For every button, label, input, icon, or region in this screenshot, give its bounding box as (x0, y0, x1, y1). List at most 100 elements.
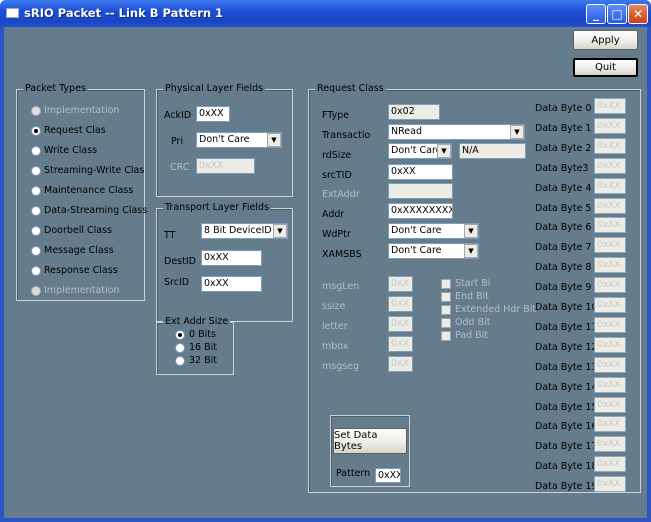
chevron-down-icon[interactable]: ▼ (464, 224, 478, 238)
destid-input[interactable]: 0xXX (201, 250, 262, 266)
pri-select[interactable]: Don't Care ▼ (196, 132, 282, 148)
request-class-caption: Request Class (315, 83, 386, 95)
wdptr-value: Don't Care (391, 225, 442, 236)
ackid-input[interactable]: 0xXX (196, 106, 230, 122)
data-byte-label: Data Byte 11 (535, 321, 598, 333)
chevron-down-icon[interactable]: ▼ (437, 144, 451, 158)
data-byte-label: Data Byte 2 (535, 142, 592, 154)
extaddr-input (388, 183, 453, 199)
bit-checkbox (441, 292, 451, 302)
addr-label: Addr (322, 209, 345, 220)
data-byte-input: 0xXX (594, 257, 626, 274)
apply-button[interactable]: Apply (573, 30, 638, 50)
rdsize-select[interactable]: Don't Care ▼ (388, 143, 452, 159)
data-byte-label: Data Byte 7 (535, 242, 592, 254)
data-byte-label: Data Byte 4 (535, 182, 592, 194)
packet-type-radio[interactable] (31, 186, 41, 196)
packet-type-radio[interactable] (31, 146, 41, 156)
msg-field-label: msgseg (322, 361, 360, 372)
set-data-bytes-button[interactable]: Set Data Bytes (333, 428, 407, 454)
crc-label: CRC (170, 162, 190, 173)
bit-label: Start Bi (455, 278, 491, 289)
data-byte-input: 0xXX (594, 157, 626, 174)
srctid-label: srcTID (322, 170, 352, 181)
extaddr-label: ExtAddr (322, 189, 360, 200)
msg-field-label: mbox (322, 341, 349, 352)
ext-addr-label: 32 Bit (189, 355, 217, 366)
packet-type-label: Maintenance Class (44, 185, 134, 196)
data-byte-input: 0xXX (594, 376, 626, 393)
chevron-down-icon[interactable]: ▼ (510, 125, 524, 139)
chevron-down-icon[interactable]: ▼ (267, 133, 281, 147)
packet-type-radio (31, 286, 41, 296)
data-byte-label: Data Byte 6 (535, 222, 592, 234)
ext-addr-size-caption: Ext Addr Size (163, 316, 231, 328)
packet-type-label: Doorbell Class (44, 225, 113, 236)
packet-type-label: Write Class (44, 145, 98, 156)
packet-type-label: Request Clas (44, 125, 106, 136)
data-byte-label: Data Byte3 (535, 162, 589, 174)
packet-types-caption: Packet Types (23, 83, 88, 95)
data-byte-input: 0xXX (594, 177, 626, 194)
rdsize-na-field: N/A (459, 143, 526, 159)
ext-addr-label: 16 Bit (189, 342, 217, 353)
data-byte-input: 0xXX (594, 98, 626, 114)
addr-input[interactable]: 0xXXXXXXXX (388, 203, 453, 219)
data-byte-input: 0xXX (594, 277, 626, 294)
ackid-label: AckID (164, 110, 192, 121)
pattern-label: Pattern (336, 468, 371, 479)
data-byte-label: Data Byte 19 (535, 481, 598, 493)
data-byte-input: 0xXX (594, 436, 626, 453)
xamsbs-value: Don't Care (391, 245, 442, 256)
close-button[interactable]: ✕ (628, 4, 648, 24)
pattern-input[interactable]: 0xXX (375, 468, 401, 483)
packet-type-radio[interactable] (31, 206, 41, 216)
packet-type-label: Streaming-Write Clas (44, 165, 145, 176)
tt-select[interactable]: 8 Bit DeviceID ▼ (201, 223, 288, 239)
bit-label: End Bit (455, 291, 489, 302)
bit-checkbox (441, 318, 451, 328)
wdptr-select[interactable]: Don't Care ▼ (388, 223, 479, 239)
packet-type-radio[interactable] (31, 226, 41, 236)
msg-field-label: ssize (322, 301, 346, 312)
window-title: sRIO Packet -- Link B Pattern 1 (24, 6, 224, 20)
data-byte-input: 0xXX (594, 456, 626, 473)
packet-type-label: Data-Streaming Class (44, 205, 148, 216)
data-byte-input: 0xXX (594, 356, 626, 373)
data-byte-label: Data Byte 18 (535, 461, 598, 473)
srctid-input[interactable]: 0xXX (388, 164, 453, 180)
transport-layer-caption: Transport Layer Fields (163, 202, 271, 214)
msg-field-label: letter (322, 321, 348, 332)
transaction-select[interactable]: NRead ▼ (388, 124, 525, 140)
data-byte-input: 0xXX (594, 137, 626, 154)
xamsbs-select[interactable]: Don't Care ▼ (388, 243, 479, 259)
data-byte-label: Data Byte 9 (535, 282, 592, 294)
chevron-down-icon[interactable]: ▼ (464, 244, 478, 258)
packet-type-label: Message Class (44, 245, 114, 256)
wdptr-label: WdPtr (322, 229, 351, 240)
ext-addr-radio[interactable] (175, 343, 185, 353)
transaction-label: Transactio (322, 130, 371, 141)
data-byte-label: Data Byte 13 (535, 361, 598, 373)
srcid-input[interactable]: 0xXX (201, 276, 262, 292)
bit-label: Odd Bit (455, 317, 491, 328)
chevron-down-icon[interactable]: ▼ (273, 224, 287, 238)
data-byte-label: Data Byte 14 (535, 381, 598, 393)
packet-type-radio[interactable] (31, 246, 41, 256)
maximize-button[interactable]: □ (607, 4, 627, 24)
packet-type-radio[interactable] (31, 166, 41, 176)
ext-addr-radio[interactable] (175, 356, 185, 366)
data-byte-label: Data Byte 12 (535, 341, 598, 353)
ext-addr-radio[interactable] (175, 330, 185, 340)
packet-type-radio[interactable] (31, 126, 41, 136)
title-bar[interactable]: sRIO Packet -- Link B Pattern 1 _ □ ✕ (0, 0, 651, 27)
quit-button[interactable]: Quit (573, 58, 638, 77)
msg-field-input: 0xX (388, 356, 413, 372)
packet-type-radio[interactable] (31, 266, 41, 276)
data-byte-input: 0xXX (594, 297, 626, 313)
msg-field-label: msgLen (322, 281, 360, 292)
minimize-button[interactable]: _ (586, 4, 606, 24)
data-byte-input: 0xXX (594, 396, 626, 413)
msg-field-input: 0xX (388, 276, 413, 292)
ftype-input: 0x02 (388, 104, 440, 120)
